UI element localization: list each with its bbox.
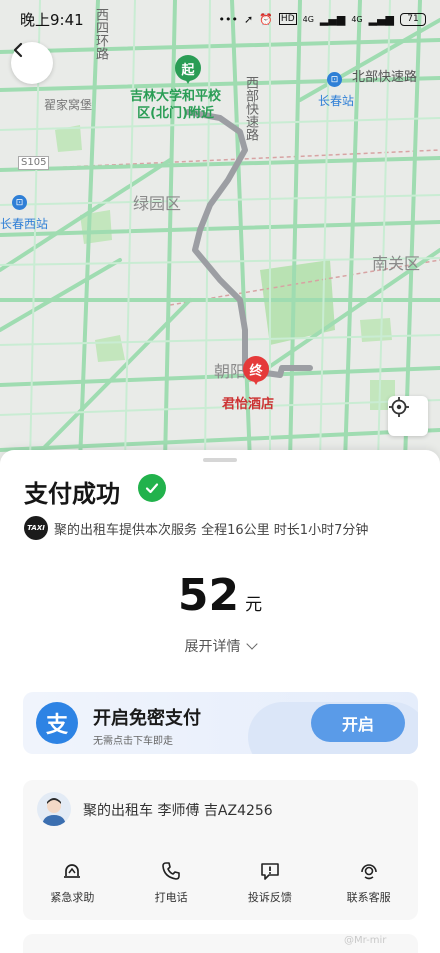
road-label-s105: S105 — [18, 156, 50, 170]
station-label-changchun-west: 长春西站 — [0, 217, 49, 231]
call-button[interactable]: 打电话 — [122, 860, 221, 905]
back-button[interactable] — [11, 42, 53, 84]
driver-avatar[interactable] — [37, 792, 71, 826]
payment-sheet: 支付成功 TAXI 聚的出租车提供本次服务 全程16公里 时长1小时7分钟 52… — [0, 450, 440, 953]
call-label: 打电话 — [154, 891, 188, 904]
complaint-button[interactable]: 投诉反馈 — [221, 860, 320, 905]
headset-icon — [358, 860, 380, 882]
service-summary-text: 聚的出租车提供本次服务 全程16公里 时长1小时7分钟 — [54, 522, 369, 538]
signal-label-1: 4G — [302, 14, 314, 24]
watermark: @Mr-mir — [344, 935, 387, 946]
exclamation-message-icon — [259, 860, 281, 882]
status-icons: ••• ➚ ⏰ HD 4G ▂▄▆ 4G ▂▄▆ 71 — [218, 12, 426, 26]
chevron-left-icon — [13, 42, 23, 58]
station-label-changchun: 长春站 — [318, 94, 355, 108]
driver-info: 聚的出租车 李师傅 吉AZ4256 — [83, 803, 273, 819]
taxi-logo-icon: TAXI — [24, 516, 48, 540]
locate-button[interactable] — [388, 396, 428, 436]
start-marker[interactable]: 起 — [175, 55, 201, 84]
fare-value: 52 — [177, 570, 240, 621]
end-location-label: 君怡酒店 — [222, 397, 275, 412]
promo-subtitle: 无需点击下车即走 — [93, 736, 173, 747]
area-label-nanguan: 南关区 — [372, 254, 421, 273]
fare-amount: 52 元 — [0, 570, 440, 621]
chevron-down-icon — [245, 638, 258, 650]
fare-unit: 元 — [245, 595, 263, 615]
signal-icon: ▂▄▆ — [319, 12, 346, 26]
area-label-zhaijia: 翟家窝堡 — [44, 98, 93, 112]
emergency-help-button[interactable]: 紧急求助 — [23, 860, 122, 905]
road-label-west-fast: 西部快速路 — [243, 76, 258, 141]
driver-actions: 紧急求助 打电话 投诉反馈 联系客服 — [23, 860, 418, 905]
phone-icon — [160, 860, 182, 882]
complaint-label: 投诉反馈 — [247, 891, 292, 904]
expand-detail-button[interactable]: 展开详情 — [0, 636, 440, 656]
signal-label-2: 4G — [351, 14, 363, 24]
signal-icon: ▂▄▆ — [368, 12, 394, 26]
status-bar: 晚上9:41 ••• ➚ ⏰ HD 4G ▂▄▆ 4G ▂▄▆ 71 — [0, 0, 440, 38]
area-label-lvyuan: 绿园区 — [133, 194, 182, 213]
start-location-label: 吉林大学和平校 区(北门)附近 — [130, 89, 222, 121]
locate-icon — [389, 397, 409, 417]
promo-title: 开启免密支付 — [93, 708, 201, 729]
customer-service-button[interactable]: 联系客服 — [319, 860, 418, 905]
sheet-drag-handle[interactable] — [203, 458, 237, 462]
train-station-icon: ⊡ — [327, 72, 342, 87]
service-summary: TAXI 聚的出租车提供本次服务 全程16公里 时长1小时7分钟 — [24, 516, 368, 540]
alarm-light-icon — [61, 860, 83, 882]
expand-detail-label: 展开详情 — [184, 639, 241, 655]
alarm-icon: ⏰ — [259, 12, 273, 26]
battery-indicator: 71 — [400, 12, 426, 26]
map-view[interactable]: 西四环路 西部快速路 北部快速路 S105 翟家窝堡 绿园区 南关区 朝阳区 ⊡… — [0, 0, 440, 462]
alipay-icon: 支 — [36, 702, 78, 744]
payment-status-title: 支付成功 — [24, 480, 120, 508]
emergency-help-label: 紧急求助 — [50, 891, 95, 904]
train-station-icon: ⊡ — [12, 195, 27, 210]
enable-button[interactable]: 开启 — [311, 704, 405, 742]
status-time: 晚上9:41 — [20, 10, 84, 29]
road-label-north-fast: 北部快速路 — [352, 70, 418, 85]
driver-card: 聚的出租车 李师傅 吉AZ4256 紧急求助 打电话 投诉反馈 联系客服 — [23, 780, 418, 920]
avatar-person-icon — [42, 798, 66, 826]
customer-service-label: 联系客服 — [346, 891, 391, 904]
end-marker[interactable]: 终 — [243, 356, 269, 385]
more-dots-icon: ••• — [218, 12, 238, 26]
send-icon: ➚ — [244, 12, 254, 26]
hd-label: HD — [278, 13, 297, 25]
password-free-payment-card[interactable]: 支 开启免密支付 无需点击下车即走 开启 — [23, 692, 418, 754]
success-check-icon — [138, 474, 166, 502]
